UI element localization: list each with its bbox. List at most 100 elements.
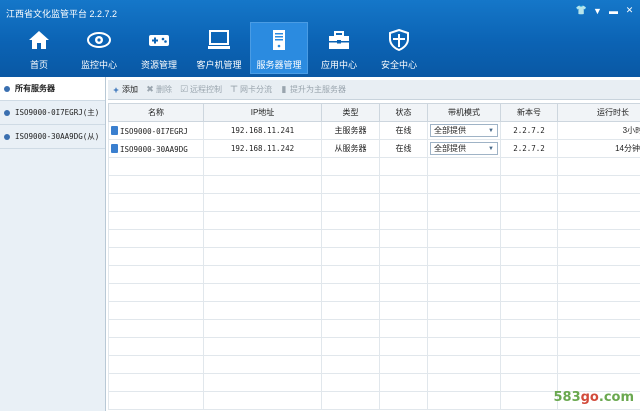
- empty-cell: [321, 193, 380, 212]
- empty-cell: [321, 373, 380, 392]
- nav-label: 安全中心: [380, 60, 417, 70]
- delete-button[interactable]: ✖ 删除: [146, 84, 172, 95]
- server-table: 名称 IP地址 类型 状态 带机模式 新本号 运行时长 ISO9000-0I7E…: [108, 103, 640, 411]
- eye-icon: [85, 27, 113, 53]
- empty-cell: [379, 265, 428, 284]
- col-version[interactable]: 新本号: [500, 103, 558, 122]
- empty-cell: [108, 175, 204, 194]
- empty-cell: [557, 157, 640, 176]
- remote-control-button[interactable]: ☑ 远程控制: [180, 84, 222, 95]
- nav-label: 服务器管理: [256, 60, 302, 70]
- empty-row: [108, 247, 640, 266]
- tree-all-servers[interactable]: 所有服务器: [0, 77, 105, 101]
- empty-cell: [321, 301, 380, 320]
- empty-cell: [321, 175, 380, 194]
- cell-mode: 全部提供 ▼: [427, 121, 501, 140]
- home-icon: [25, 27, 53, 53]
- empty-cell: [321, 247, 380, 266]
- empty-row: [108, 373, 640, 392]
- nav-security-center[interactable]: 安全中心: [370, 22, 428, 74]
- chevron-down-icon: ▼: [488, 127, 494, 134]
- col-uptime[interactable]: 运行时长: [557, 103, 640, 122]
- empty-cell: [379, 337, 428, 356]
- empty-cell: [557, 355, 640, 374]
- empty-cell: [557, 175, 640, 194]
- empty-cell: [203, 193, 322, 212]
- empty-cell: [203, 391, 322, 410]
- promote-master-button[interactable]: ▮ 提升为主服务器: [280, 84, 346, 95]
- nav-app-center[interactable]: 应用中心: [310, 22, 368, 74]
- empty-cell: [557, 301, 640, 320]
- skin-icon[interactable]: 👕: [576, 5, 587, 15]
- empty-cell: [321, 211, 380, 230]
- table-row[interactable]: ISO9000-0I7EGRJ 192.168.11.241 主服务器 在线 全…: [108, 121, 640, 140]
- tree-label: 所有服务器: [15, 84, 55, 93]
- watermark-part: .com: [598, 390, 634, 405]
- empty-cell: [203, 283, 322, 302]
- table-row[interactable]: ISO9000-30AA9DG 192.168.11.242 从服务器 在线 全…: [108, 139, 640, 158]
- empty-cell: [500, 247, 558, 266]
- col-type[interactable]: 类型: [321, 103, 380, 122]
- cell-uptime: 14分钟: [557, 139, 640, 158]
- empty-cell: [500, 355, 558, 374]
- bullet-icon: [4, 109, 10, 116]
- empty-cell: [321, 319, 380, 338]
- nav-monitor-center[interactable]: 监控中心: [70, 22, 128, 74]
- nav-resource-management[interactable]: 资源管理: [130, 22, 188, 74]
- empty-cell: [108, 247, 204, 266]
- col-name[interactable]: 名称: [108, 103, 204, 122]
- col-mode[interactable]: 带机模式: [427, 103, 501, 122]
- nav-server-management[interactable]: 服务器管理: [250, 22, 308, 74]
- col-status[interactable]: 状态: [379, 103, 428, 122]
- empty-cell: [427, 211, 501, 230]
- mode-select[interactable]: 全部提供 ▼: [430, 142, 498, 155]
- app-title: 江西省文化监管平台 2.2.7.2: [6, 9, 118, 19]
- cell-uptime: 3小时22分钟: [557, 121, 640, 140]
- empty-row: [108, 229, 640, 248]
- col-ip[interactable]: IP地址: [203, 103, 322, 122]
- empty-cell: [321, 391, 380, 410]
- empty-cell: [557, 247, 640, 266]
- nav-home[interactable]: 首页: [10, 22, 68, 74]
- empty-cell: [500, 193, 558, 212]
- mode-value: 全部提供: [434, 126, 466, 135]
- empty-cell: [203, 319, 322, 338]
- empty-cell: [203, 247, 322, 266]
- close-icon[interactable]: ✕: [625, 5, 634, 15]
- empty-cell: [321, 283, 380, 302]
- main-nav: 首页 监控中心 资源管理 客户机管理 服务器管理 应用中心 安全中心: [10, 22, 430, 74]
- empty-cell: [203, 175, 322, 194]
- server-icon: [265, 27, 293, 53]
- nav-client-management[interactable]: 客户机管理: [190, 22, 248, 74]
- empty-cell: [427, 301, 501, 320]
- menu-down-icon[interactable]: ▼: [593, 6, 602, 16]
- tree-server-master[interactable]: ISO9000-0I7EGRJ(主): [0, 101, 105, 125]
- empty-cell: [427, 337, 501, 356]
- empty-cell: [427, 157, 501, 176]
- empty-cell: [500, 211, 558, 230]
- empty-cell: [557, 319, 640, 338]
- empty-cell: [500, 373, 558, 392]
- tree-label: ISO9000-0I7EGRJ(主): [15, 108, 100, 117]
- window-controls: 👕 ▼ ▬ ✕: [576, 5, 634, 16]
- server-tree: 所有服务器 ISO9000-0I7EGRJ(主) ISO9000-30AA9DG…: [0, 77, 106, 411]
- empty-row: [108, 319, 640, 338]
- promote-label: 提升为主服务器: [290, 85, 346, 94]
- nav-label: 客户机管理: [196, 60, 242, 70]
- minimize-icon[interactable]: ▬: [609, 6, 618, 16]
- nav-label: 首页: [29, 60, 48, 70]
- server-name: ISO9000-0I7EGRJ: [120, 126, 188, 136]
- chevron-down-icon: ▼: [488, 145, 494, 152]
- empty-cell: [108, 319, 204, 338]
- nic-label: 网卡分流: [240, 85, 272, 94]
- mode-select[interactable]: 全部提供 ▼: [430, 124, 498, 137]
- empty-cell: [203, 373, 322, 392]
- empty-cell: [500, 157, 558, 176]
- tree-server-slave[interactable]: ISO9000-30AA9DG(从): [0, 125, 105, 149]
- nic-split-button[interactable]: ⊤ 网卡分流: [230, 84, 272, 95]
- empty-cell: [379, 247, 428, 266]
- nav-label: 资源管理: [140, 60, 177, 70]
- empty-cell: [427, 319, 501, 338]
- add-button[interactable]: + 添加: [112, 84, 138, 95]
- empty-cell: [379, 319, 428, 338]
